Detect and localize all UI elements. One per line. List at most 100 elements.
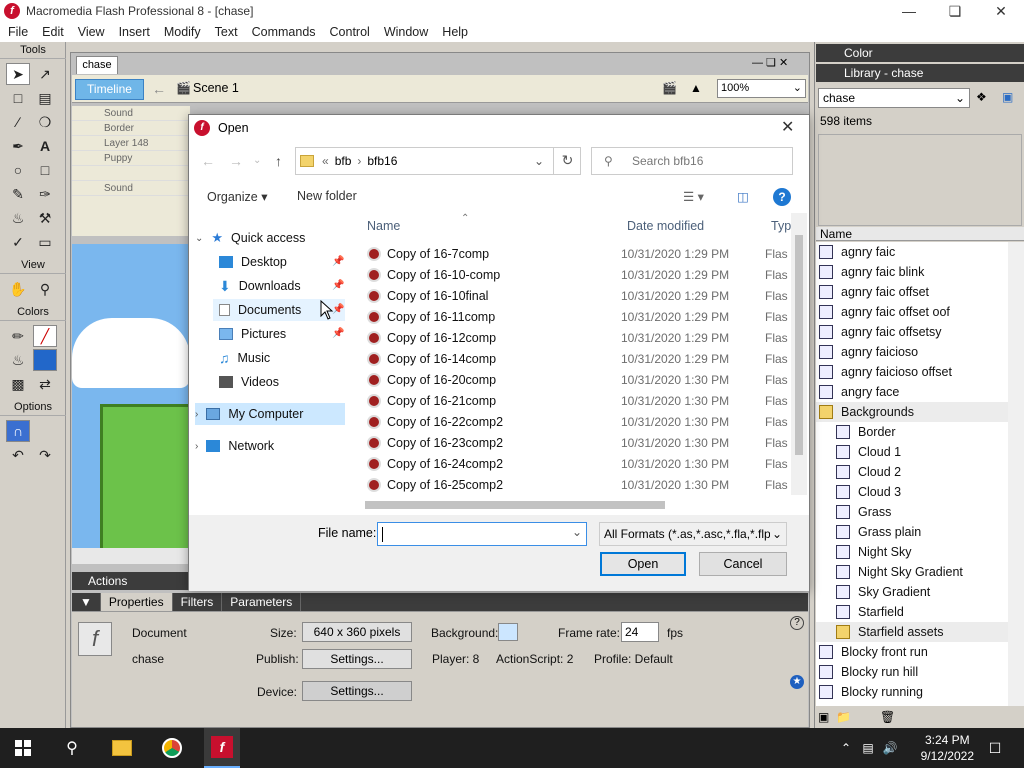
forward-icon[interactable]: → <box>229 153 243 169</box>
file-row[interactable]: Copy of 16-23comp2 10/31/2020 1:30 PM Flas <box>355 432 791 453</box>
free-transform-tool-icon[interactable]: □ <box>6 87 30 109</box>
nav-my-computer[interactable]: › My Computer <box>195 403 345 425</box>
eraser-tool-icon[interactable]: ▭ <box>33 231 57 253</box>
cancel-button[interactable]: Cancel <box>699 552 787 576</box>
back-icon[interactable]: ← <box>201 153 215 169</box>
document-tab[interactable]: chase <box>76 56 118 74</box>
file-row[interactable]: Copy of 16-24comp2 10/31/2020 1:30 PM Flas <box>355 453 791 474</box>
chrome-icon[interactable] <box>154 728 190 768</box>
scroll-thumb[interactable] <box>365 501 665 509</box>
network-icon[interactable]: ▤ <box>858 728 878 768</box>
breadcrumb-overflow[interactable]: « <box>322 154 329 168</box>
menu-insert[interactable]: Insert <box>111 25 156 39</box>
stage-horizontal-scrollbar[interactable] <box>72 548 188 564</box>
tab-parameters[interactable]: Parameters <box>222 593 302 611</box>
menu-edit[interactable]: Edit <box>34 25 70 39</box>
fill-color-swatch[interactable] <box>33 349 57 371</box>
new-folder-icon[interactable]: 📁 <box>836 710 851 724</box>
library-item[interactable]: Night Sky <box>816 542 1008 562</box>
hand-tool-icon[interactable]: ✋ <box>6 278 30 300</box>
pin-library-icon[interactable]: ❖ <box>976 90 987 104</box>
library-item[interactable]: angry face <box>816 382 1008 402</box>
menu-text[interactable]: Text <box>207 25 244 39</box>
notifications-icon[interactable]: ☐ <box>980 728 1010 768</box>
trash-icon[interactable]: 🗑 <box>880 710 895 724</box>
stroke-color-icon[interactable]: ✏ <box>6 325 30 347</box>
subselection-tool-icon[interactable]: ↗ <box>33 63 57 85</box>
file-list-horizontal-scrollbar[interactable] <box>351 497 791 513</box>
library-item[interactable]: Border <box>816 422 1008 442</box>
menu-commands[interactable]: Commands <box>244 25 322 39</box>
timeline-toggle-button[interactable]: Timeline <box>75 79 144 100</box>
device-settings-button[interactable]: Settings... <box>302 681 412 701</box>
file-list-vertical-scrollbar[interactable] <box>791 213 807 495</box>
volume-icon[interactable]: 🔊 <box>880 728 900 768</box>
menu-control[interactable]: Control <box>322 25 376 39</box>
chevron-down-icon[interactable]: ⌄ <box>572 525 582 539</box>
library-item[interactable]: agnry faic <box>816 242 1008 262</box>
file-row[interactable]: Copy of 16-7comp 10/31/2020 1:29 PM Flas <box>355 243 791 264</box>
tab-filters[interactable]: Filters <box>173 593 223 611</box>
search-input[interactable]: ⚲ Search bfb16 <box>591 147 793 175</box>
zoom-select[interactable]: 100% ⌄ <box>717 79 806 98</box>
file-row[interactable]: Copy of 16-22comp2 10/31/2020 1:30 PM Flas <box>355 411 791 432</box>
color-panel-header[interactable]: Color <box>816 44 1024 62</box>
smooth-icon[interactable]: ↶ <box>6 444 30 466</box>
library-item[interactable]: agnry faicioso offset <box>816 362 1008 382</box>
file-row[interactable]: Copy of 16-20comp 10/31/2020 1:30 PM Flas <box>355 369 791 390</box>
nav-videos[interactable]: Videos <box>219 371 345 393</box>
eyedropper-tool-icon[interactable]: ✓ <box>6 231 30 253</box>
file-row[interactable]: Copy of 16-12comp 10/31/2020 1:29 PM Flas <box>355 327 791 348</box>
library-item[interactable]: agnry faic offset oof <box>816 302 1008 322</box>
breadcrumb-bfb[interactable]: bfb <box>335 154 352 168</box>
address-bar[interactable]: « bfb › bfb16 ⌄ <box>295 147 581 175</box>
file-row[interactable]: Copy of 16-25comp2 10/31/2020 1:30 PM Flas <box>355 474 791 495</box>
line-tool-icon[interactable]: ∕ <box>6 111 30 133</box>
paint-bucket-tool-icon[interactable]: ⚒ <box>33 207 57 229</box>
layer-row[interactable]: Puppy <box>72 151 190 166</box>
new-symbol-icon[interactable]: ▣ <box>818 710 829 724</box>
preview-pane-icon[interactable]: ◫ <box>737 189 749 204</box>
search-icon[interactable]: ⚲ <box>54 728 90 768</box>
background-color-swatch[interactable] <box>498 623 518 641</box>
accessibility-icon[interactable]: ★ <box>790 675 804 689</box>
fill-color-icon[interactable]: ♨ <box>6 349 30 371</box>
stroke-color-swatch[interactable]: ╱ <box>33 325 57 347</box>
library-item[interactable]: Starfield assets <box>816 622 1008 642</box>
new-library-icon[interactable]: ▣ <box>1002 90 1013 104</box>
publish-settings-button[interactable]: Settings... <box>302 649 412 669</box>
nav-music[interactable]: ♫ Music <box>219 347 345 369</box>
size-button[interactable]: 640 x 360 pixels <box>302 622 412 642</box>
scroll-thumb[interactable] <box>795 235 803 455</box>
flash-taskbar-icon[interactable]: f <box>204 728 240 768</box>
nav-downloads[interactable]: ⬇ Downloads <box>219 275 345 297</box>
nav-network[interactable]: › Network <box>195 435 345 457</box>
library-item[interactable]: Blocky running <box>816 682 1008 702</box>
straighten-icon[interactable]: ↷ <box>33 444 57 466</box>
layer-row[interactable] <box>72 166 190 181</box>
menu-modify[interactable]: Modify <box>156 25 207 39</box>
library-item[interactable]: Cloud 1 <box>816 442 1008 462</box>
layer-row[interactable]: Sound <box>72 181 190 196</box>
close-icon[interactable]: ✕ <box>781 117 794 137</box>
pencil-tool-icon[interactable]: ✎ <box>6 183 30 205</box>
frame-rate-input[interactable]: 24 <box>621 622 659 642</box>
column-header-type[interactable]: Typ <box>771 219 791 233</box>
brush-tool-icon[interactable]: ✑ <box>33 183 57 205</box>
text-tool-icon[interactable]: A <box>33 135 57 157</box>
help-icon[interactable]: ? <box>773 188 791 206</box>
organize-button[interactable]: Organize ▾ <box>207 189 267 204</box>
show-hidden-icons-icon[interactable]: ⌃ <box>836 728 856 768</box>
library-scrollbar[interactable] <box>1008 242 1024 706</box>
close-icon[interactable]: ✕ <box>978 0 1024 22</box>
library-item[interactable]: Cloud 3 <box>816 482 1008 502</box>
library-item[interactable]: Grass <box>816 502 1008 522</box>
ink-bottle-tool-icon[interactable]: ♨ <box>6 207 30 229</box>
library-item[interactable]: Cloud 2 <box>816 462 1008 482</box>
swap-colors-icon[interactable]: ⇄ <box>33 373 57 395</box>
gradient-transform-tool-icon[interactable]: ▤ <box>33 87 57 109</box>
nav-pictures[interactable]: Pictures <box>219 323 345 345</box>
up-folder-icon[interactable]: ↑ <box>275 153 282 169</box>
tab-collapse-icon[interactable]: ▼ <box>72 593 101 611</box>
menu-view[interactable]: View <box>70 25 111 39</box>
